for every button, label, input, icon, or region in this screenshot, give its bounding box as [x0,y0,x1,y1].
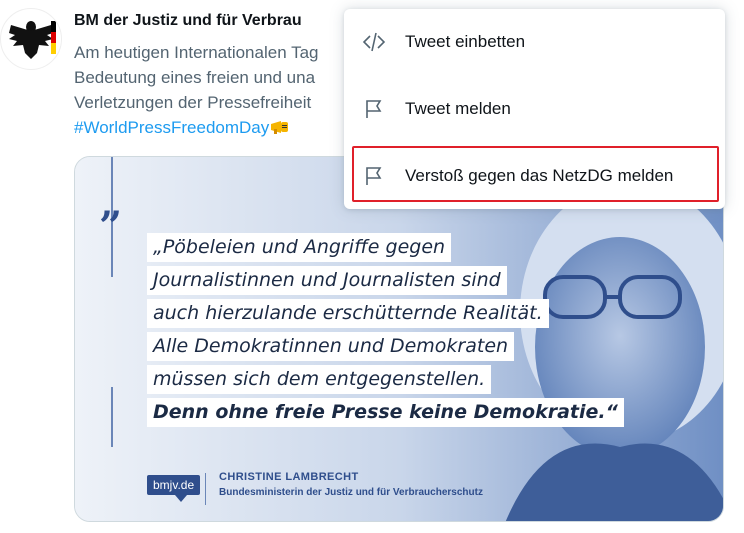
signature-divider [205,473,206,505]
quote-line: Journalistinnen und Journalisten sind [147,266,507,295]
bmjv-logo: bmjv.de [147,475,201,495]
menu-item-label: Tweet einbetten [405,32,526,51]
quote-line: „Pöbeleien und Angriffe gegen [147,233,452,262]
menu-item-report-tweet[interactable]: Tweet melden [344,76,725,142]
tweet-image[interactable]: ” „Pöbeleien und Angriffe gegen Journali… [74,156,724,522]
code-icon [362,32,386,52]
hashtag-link[interactable]: #WorldPressFreedomDay [74,118,269,137]
menu-item-label: Tweet melden [405,99,511,118]
megaphone-icon [271,121,289,134]
avatar[interactable] [0,8,62,70]
quote-line: auch hierzulande erschütternde Realität. [147,299,549,328]
speaker-title: Bundesministerin der Justiz und für Verb… [219,487,483,498]
quote-line: Alle Demokratinnen und Demokraten [147,332,515,361]
menu-item-report-netzdg[interactable]: Verstoß gegen das NetzDG melden [344,143,725,209]
speaker-name: CHRISTINE LAMBRECHT [219,471,359,483]
tweet-options-menu: Tweet einbetten Tweet melden Verstoß geg… [344,9,725,209]
flag-icon [366,100,382,118]
quote-mark: ” [99,203,123,250]
quote-line: müssen sich dem entgegenstellen. [147,365,492,394]
flag-icon [366,167,382,185]
quote-line: Denn ohne freie Presse keine Demokratie.… [147,398,624,427]
tweet-author-name[interactable]: BM der Justiz und für Verbrau [74,12,302,30]
quote-text: „Pöbeleien und Angriffe gegen Journalist… [147,233,624,431]
federal-eagle-icon [9,21,56,59]
menu-item-label: Verstoß gegen das NetzDG melden [405,166,674,185]
menu-item-embed-tweet[interactable]: Tweet einbetten [344,9,725,75]
quote-bar [111,387,113,447]
logo-tail [175,495,187,502]
